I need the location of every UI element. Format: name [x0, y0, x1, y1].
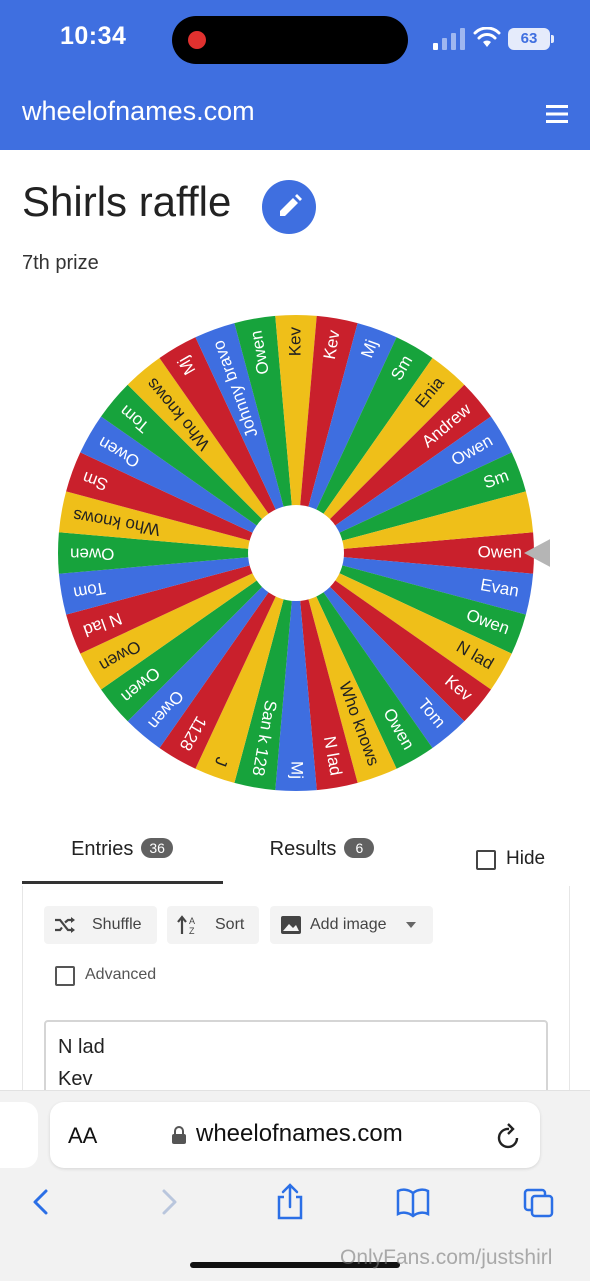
wheel-entry-label: Owen: [478, 542, 522, 561]
wheel-title: Shirls raffle: [22, 178, 232, 225]
address-url[interactable]: wheelofnames.com: [196, 1120, 403, 1148]
pencil-icon: [280, 194, 302, 216]
svg-text:A: A: [189, 916, 195, 926]
entries-count-badge: 36: [141, 838, 173, 858]
signal-icon: [433, 28, 465, 50]
hide-label: Hide: [506, 848, 546, 869]
tab-entries[interactable]: Entries 36: [22, 838, 222, 882]
sort-button[interactable]: A Z Sort: [167, 906, 259, 944]
battery-cap: [551, 35, 554, 43]
share-icon[interactable]: [273, 1183, 307, 1221]
advanced-checkbox[interactable]: [55, 966, 75, 986]
battery-icon: 63: [508, 28, 550, 50]
dynamic-island: [172, 16, 408, 64]
status-time: 10:34: [60, 22, 127, 50]
site-title[interactable]: wheelofnames.com: [22, 96, 255, 127]
sort-icon: A Z: [177, 915, 195, 935]
wheel-subtitle: 7th prize: [22, 252, 99, 274]
tab-results-label: Results: [269, 838, 337, 860]
shuffle-icon: [55, 917, 75, 933]
recording-indicator: [188, 31, 206, 49]
lock-icon: [172, 1126, 186, 1144]
watermark: OnlyFans.com/justshirl: [340, 1246, 553, 1269]
wheel-entry-label: Owen: [70, 545, 114, 564]
chevron-down-icon: [406, 922, 416, 928]
entry-line: Kev: [58, 1068, 93, 1090]
tab-results[interactable]: Results 6: [222, 838, 422, 882]
back-icon[interactable]: [24, 1183, 58, 1221]
tab-entries-label: Entries: [71, 838, 134, 860]
hamburger-icon[interactable]: [546, 104, 568, 124]
bookmarks-icon[interactable]: [396, 1183, 430, 1221]
tabs-icon[interactable]: [522, 1183, 556, 1221]
wheel-center[interactable]: [248, 505, 344, 601]
add-image-button[interactable]: Add image: [270, 906, 433, 944]
previous-tab-peek[interactable]: [0, 1102, 38, 1168]
image-icon: [281, 916, 301, 934]
forward-icon[interactable]: [152, 1183, 186, 1221]
svg-text:Z: Z: [189, 926, 195, 935]
name-wheel[interactable]: OwenEvanOwenN ladKevTomOwenWho knowsN la…: [50, 305, 550, 805]
results-count-badge: 6: [344, 838, 375, 858]
sort-label: Sort: [215, 916, 245, 933]
wheel-entry-label: Kev: [285, 327, 304, 357]
wheel-entry-label: Mj: [288, 761, 307, 779]
entry-line: N lad: [58, 1036, 105, 1058]
wifi-icon: [473, 27, 501, 47]
shuffle-label: Shuffle: [92, 916, 142, 933]
add-image-label: Add image: [310, 916, 387, 933]
advanced-label: Advanced: [85, 966, 157, 983]
hide-checkbox[interactable]: [476, 850, 496, 870]
edit-title-button[interactable]: [262, 180, 316, 234]
reload-icon[interactable]: [496, 1122, 522, 1150]
reader-aa-button[interactable]: AA: [68, 1123, 97, 1149]
active-tab-indicator: [22, 881, 223, 884]
shuffle-button[interactable]: Shuffle: [44, 906, 157, 944]
